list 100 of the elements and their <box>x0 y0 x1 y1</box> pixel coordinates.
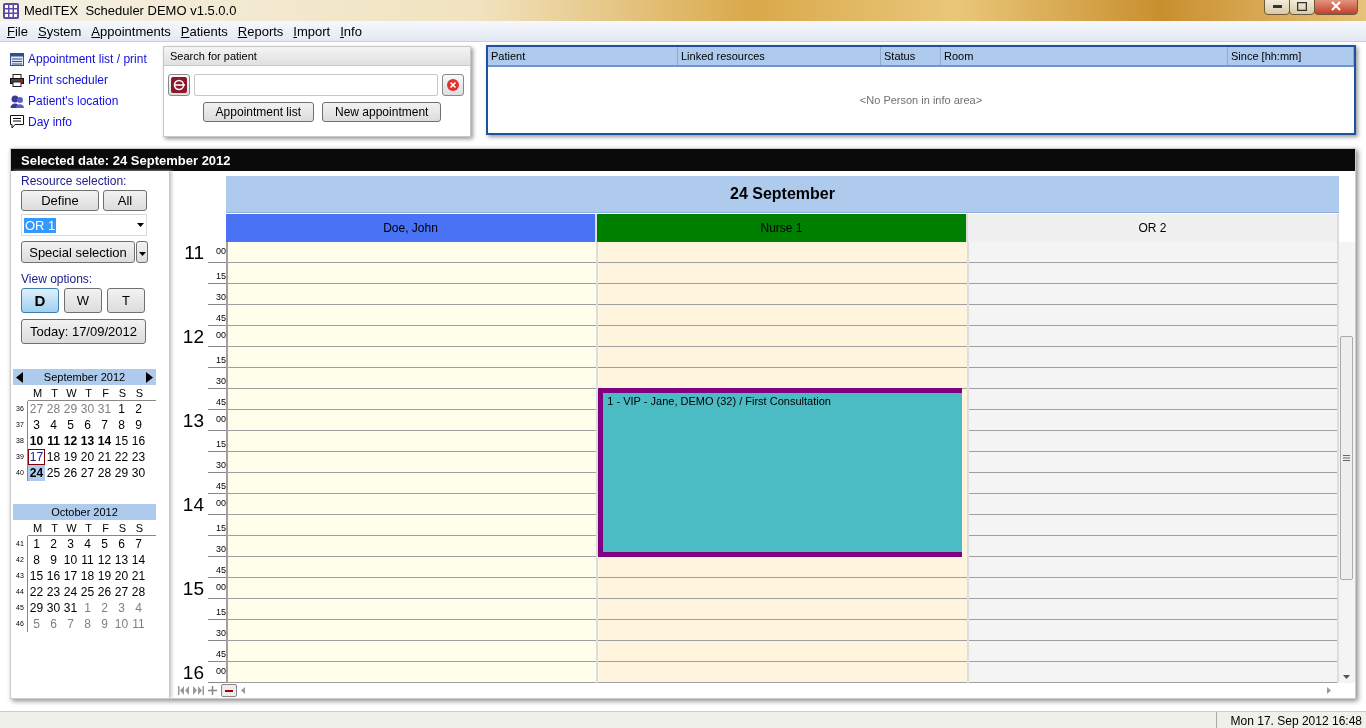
calendar-day[interactable]: 17 <box>28 449 45 465</box>
panel-button[interactable]: New appointment <box>322 102 442 122</box>
special-selection-button[interactable]: Special selection <box>21 241 135 263</box>
scroll-left-icon[interactable] <box>241 687 245 694</box>
calendar-day[interactable]: 27 <box>113 584 130 600</box>
calendar-day[interactable]: 17 <box>62 568 79 584</box>
calendar-day[interactable]: 8 <box>28 552 45 568</box>
calendar-day[interactable]: 25 <box>79 584 96 600</box>
quick-link[interactable]: Day info <box>28 115 73 129</box>
calendar-day[interactable]: 30 <box>79 401 96 417</box>
quick-link[interactable]: Print scheduler <box>28 73 109 87</box>
calendar-day[interactable]: 6 <box>45 616 62 632</box>
calendar-day[interactable]: 14 <box>130 552 147 568</box>
search-mode-button[interactable] <box>168 74 190 96</box>
calendar-day[interactable]: 21 <box>130 568 147 584</box>
next-month-icon[interactable] <box>146 371 153 383</box>
minimize-button[interactable] <box>1264 0 1290 15</box>
calendar-day[interactable]: 5 <box>62 417 79 433</box>
calendar-day[interactable]: 18 <box>45 449 62 465</box>
menu-item[interactable]: System <box>32 23 87 39</box>
calendar-day[interactable]: 22 <box>28 584 45 600</box>
calendar-day[interactable]: 26 <box>62 465 79 481</box>
column-header[interactable]: Status <box>881 47 941 65</box>
calendar-day[interactable]: 6 <box>113 536 130 552</box>
minus-button[interactable] <box>221 684 237 697</box>
calendar-day[interactable]: 7 <box>130 536 147 552</box>
calendar-day[interactable]: 11 <box>79 552 96 568</box>
resource-button[interactable]: All <box>103 190 147 211</box>
calendar-day[interactable]: 4 <box>45 417 62 433</box>
clear-button[interactable] <box>442 74 464 96</box>
calendar-day[interactable]: 11 <box>45 433 62 449</box>
plus-icon[interactable] <box>208 686 217 695</box>
column-header[interactable]: Room <box>941 47 1228 65</box>
calendar-day[interactable]: 4 <box>130 600 147 616</box>
calendar-day[interactable]: 28 <box>45 401 62 417</box>
calendar-day[interactable]: 28 <box>130 584 147 600</box>
calendar-day[interactable]: 9 <box>96 616 113 632</box>
calendar-day[interactable]: 19 <box>96 568 113 584</box>
dropdown-button[interactable] <box>136 241 148 263</box>
calendar-day[interactable]: 26 <box>96 584 113 600</box>
menu-item[interactable]: Reports <box>232 23 289 39</box>
calendar-day[interactable]: 29 <box>62 401 79 417</box>
calendar-day[interactable]: 3 <box>113 600 130 616</box>
calendar-day[interactable]: 5 <box>28 616 45 632</box>
calendar-day[interactable]: 29 <box>113 465 130 481</box>
quick-link[interactable]: Patient's location <box>28 94 119 108</box>
calendar-day[interactable]: 27 <box>28 401 45 417</box>
calendar-day[interactable]: 7 <box>96 417 113 433</box>
last-icon[interactable] <box>193 686 204 695</box>
calendar-day[interactable]: 6 <box>79 417 96 433</box>
calendar-day[interactable]: 27 <box>79 465 96 481</box>
menu-item[interactable]: File <box>2 23 33 39</box>
calendar-day[interactable]: 10 <box>113 616 130 632</box>
calendar-day[interactable]: 30 <box>130 465 147 481</box>
calendar-day[interactable]: 23 <box>130 449 147 465</box>
calendar-day[interactable]: 31 <box>96 401 113 417</box>
calendar-day[interactable]: 13 <box>79 433 96 449</box>
calendar-day[interactable]: 1 <box>79 600 96 616</box>
calendar-day[interactable]: 1 <box>113 401 130 417</box>
calendar-day[interactable]: 15 <box>113 433 130 449</box>
calendar-day[interactable]: 14 <box>96 433 113 449</box>
column-header[interactable]: Patient <box>488 47 678 65</box>
calendar-day[interactable]: 15 <box>28 568 45 584</box>
calendar-day[interactable]: 3 <box>62 536 79 552</box>
calendar-day[interactable]: 2 <box>96 600 113 616</box>
calendar-day[interactable]: 12 <box>96 552 113 568</box>
column-header[interactable]: Since [hh:mm] <box>1228 47 1354 65</box>
column-header[interactable]: Linked resources <box>678 47 881 65</box>
calendar-day[interactable]: 23 <box>45 584 62 600</box>
maximize-button[interactable] <box>1289 0 1315 15</box>
calendar-day[interactable]: 28 <box>96 465 113 481</box>
calendar-day[interactable]: 16 <box>130 433 147 449</box>
resource-button[interactable]: Define <box>21 190 99 211</box>
calendar-day[interactable]: 19 <box>62 449 79 465</box>
calendar-day[interactable]: 8 <box>113 417 130 433</box>
first-icon[interactable] <box>178 686 189 695</box>
panel-button[interactable]: Appointment list <box>202 102 314 122</box>
resource-header[interactable]: Doe, John <box>226 214 597 242</box>
scroll-right-icon[interactable] <box>1327 687 1331 694</box>
calendar-day[interactable]: 24 <box>62 584 79 600</box>
resource-header[interactable]: OR 2 <box>968 214 1339 242</box>
calendar-day[interactable]: 2 <box>130 401 147 417</box>
vertical-scrollbar[interactable] <box>1339 242 1355 683</box>
calendar-day[interactable]: 16 <box>45 568 62 584</box>
calendar-day[interactable]: 22 <box>113 449 130 465</box>
calendar-day[interactable]: 30 <box>45 600 62 616</box>
calendar-day[interactable]: 20 <box>79 449 96 465</box>
menu-item[interactable]: Info <box>335 23 367 39</box>
scroll-down-icon[interactable] <box>1343 675 1350 679</box>
calendar-day[interactable]: 25 <box>45 465 62 481</box>
patient-search-field[interactable] <box>194 74 438 96</box>
view-tab[interactable]: D <box>21 288 59 313</box>
calendar-day[interactable]: 1 <box>28 536 45 552</box>
today-button[interactable]: Today: 17/09/2012 <box>21 319 146 344</box>
menu-item[interactable]: Patients <box>175 23 233 39</box>
menu-item[interactable]: Import <box>288 23 336 39</box>
calendar-day[interactable]: 24 <box>28 465 45 481</box>
menu-item[interactable]: Appointments <box>86 23 176 39</box>
calendar-day[interactable]: 12 <box>62 433 79 449</box>
resource-header[interactable]: Nurse 1 <box>597 214 968 242</box>
